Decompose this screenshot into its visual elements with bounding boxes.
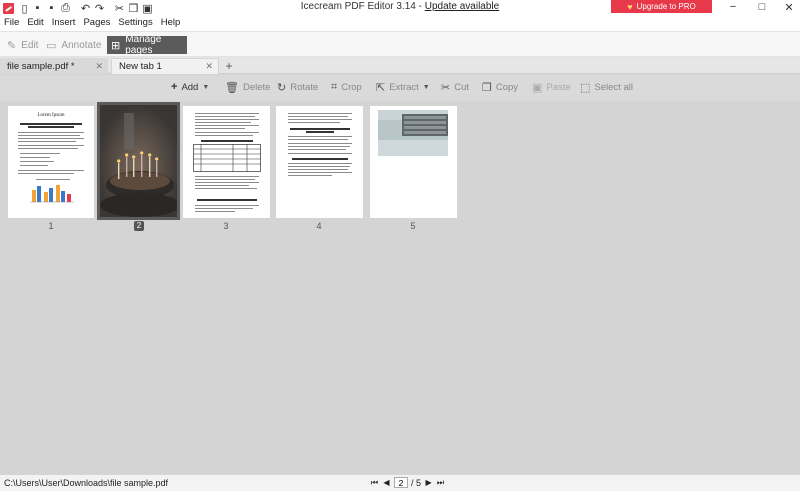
page-thumbnail-4[interactable]	[276, 106, 363, 218]
save-icon[interactable]: ▪	[31, 2, 44, 14]
rotate-icon: ↻	[277, 82, 287, 94]
menu-pages[interactable]: Pages	[83, 17, 110, 28]
cut-icon[interactable]: ✂	[113, 2, 126, 15]
page-toolbar: + Add ▼ 🗑 Delete ↻ Rotate ⌗ Crop ⇱ Extra…	[0, 75, 800, 101]
redo-icon[interactable]: ↷	[93, 2, 106, 15]
minimize-button[interactable]: −	[718, 0, 748, 14]
extract-label: Extract	[389, 82, 419, 93]
undo-icon[interactable]: ↶	[79, 2, 92, 15]
grid-icon: ⊞	[111, 39, 121, 52]
paste-icon: ▣	[532, 82, 543, 94]
extract-icon: ⇱	[376, 82, 386, 94]
file-path: C:\Users\User\Downloads\file sample.pdf	[4, 478, 169, 488]
cut-icon: ✂	[441, 82, 451, 94]
chevron-down-icon: ▼	[422, 84, 430, 91]
mode-bar: ✎ Edit ▭ Annotate ⊞ Manage pages	[0, 31, 800, 57]
tab-label: New tab 1	[119, 61, 162, 72]
menu-bar: File Edit Insert Pages Settings Help	[4, 17, 180, 28]
upgrade-button[interactable]: ♥ Upgrade to PRO	[611, 0, 712, 13]
paste-icon[interactable]: ▣	[141, 2, 154, 15]
select-all-label: Select all	[594, 82, 633, 93]
add-label: Add	[181, 81, 199, 93]
birthday-cake-photo	[100, 105, 177, 217]
upgrade-label: Upgrade to PRO	[636, 2, 696, 11]
maximize-button[interactable]: □	[747, 0, 777, 14]
paste-button[interactable]: ▣ Paste	[532, 81, 571, 94]
close-icon[interactable]: ✕	[205, 61, 213, 72]
next-page-icon[interactable]: ▶	[424, 477, 433, 488]
heart-icon: ♥	[627, 1, 633, 12]
page-1-title: Lorem Ipsum	[37, 113, 65, 118]
page-thumbnail-1[interactable]: Lorem Ipsum	[8, 106, 94, 218]
page-number-4: 4	[316, 221, 322, 231]
extract-button[interactable]: ⇱ Extract ▼	[376, 81, 430, 94]
crop-icon: ⌗	[331, 81, 338, 93]
plus-icon: +	[171, 81, 178, 93]
page-thumbnail-2[interactable]	[100, 105, 177, 217]
title-bar: ▯ ▪ ▪ ⎙ ↶ ↷ ✂ ❐ ▣ File Edit Insert Pages…	[0, 0, 800, 31]
page-number-1: 1	[48, 221, 54, 231]
prev-page-icon[interactable]: ◀	[382, 477, 391, 488]
last-page-icon[interactable]: ⏭	[436, 477, 445, 488]
update-available-link[interactable]: Update available	[425, 1, 500, 12]
add-button[interactable]: + Add ▼	[171, 81, 209, 93]
new-doc-icon[interactable]: ▯	[18, 2, 31, 15]
tab-label: file sample.pdf *	[7, 60, 75, 72]
total-pages: / 5	[411, 477, 422, 488]
close-button[interactable]: ✕	[774, 0, 800, 14]
close-icon[interactable]: ✕	[95, 61, 103, 72]
tab-bar: file sample.pdf * ✕ New tab 1 ✕ +	[0, 57, 800, 74]
status-bar: C:\Users\User\Downloads\file sample.pdf …	[0, 474, 800, 491]
current-page-input[interactable]	[394, 477, 408, 488]
delete-button[interactable]: 🗑 Delete	[225, 81, 270, 94]
page-number-5: 5	[410, 221, 416, 231]
menu-edit[interactable]: Edit	[27, 17, 43, 28]
select-all-button[interactable]: ⬚ Select all	[580, 81, 633, 94]
mode-edit[interactable]: ✎ Edit	[3, 36, 42, 54]
page-thumbnail-5[interactable]	[370, 106, 457, 218]
copy-label: Copy	[495, 82, 519, 93]
save-as-icon[interactable]: ▪	[45, 2, 58, 14]
tab-new-tab-1[interactable]: New tab 1 ✕	[111, 58, 219, 74]
menu-help[interactable]: Help	[161, 17, 181, 28]
app-logo-icon[interactable]	[3, 3, 14, 14]
add-tab-button[interactable]: +	[222, 59, 236, 73]
copy-icon[interactable]: ❐	[127, 2, 140, 15]
page-number-3: 3	[223, 221, 229, 231]
page-navigator: ⏮ ◀ / 5 ▶ ⏭	[370, 477, 445, 488]
mode-manage-pages[interactable]: ⊞ Manage pages	[107, 34, 187, 56]
cut-button[interactable]: ✂ Cut	[441, 81, 469, 94]
cut-label: Cut	[454, 82, 470, 93]
delete-label: Delete	[242, 82, 271, 93]
page-number-2: 2	[134, 221, 144, 231]
rotate-label: Rotate	[290, 82, 319, 93]
app-title: Icecream PDF Editor 3.14 -	[300, 1, 425, 12]
crop-label: Crop	[341, 82, 362, 93]
print-icon[interactable]: ⎙	[59, 2, 72, 14]
laptop-photo	[378, 110, 448, 156]
mode-edit-label: Edit	[21, 39, 39, 51]
copy-button[interactable]: ❐ Copy	[482, 81, 518, 94]
comment-icon: ▭	[46, 39, 57, 52]
crop-button[interactable]: ⌗ Crop	[331, 81, 362, 94]
mode-annotate[interactable]: ▭ Annotate	[42, 36, 105, 54]
tab-file-sample[interactable]: file sample.pdf * ✕	[0, 58, 108, 74]
first-page-icon[interactable]: ⏮	[370, 477, 379, 488]
mode-manage-label: Manage pages	[125, 34, 162, 56]
select-all-icon: ⬚	[580, 82, 591, 94]
mode-annotate-label: Annotate	[61, 39, 102, 51]
trash-icon: 🗑	[225, 82, 239, 94]
menu-insert[interactable]: Insert	[52, 17, 76, 28]
bar-chart-illustration	[30, 185, 74, 203]
menu-file[interactable]: File	[4, 17, 19, 28]
table-illustration	[193, 144, 261, 172]
pencil-icon: ✎	[7, 39, 17, 52]
chevron-down-icon: ▼	[202, 83, 210, 91]
copy-icon: ❐	[482, 82, 492, 94]
menu-settings[interactable]: Settings	[118, 17, 152, 28]
rotate-button[interactable]: ↻ Rotate	[277, 81, 318, 94]
page-thumbnail-3[interactable]	[183, 106, 270, 218]
paste-label: Paste	[546, 82, 571, 93]
